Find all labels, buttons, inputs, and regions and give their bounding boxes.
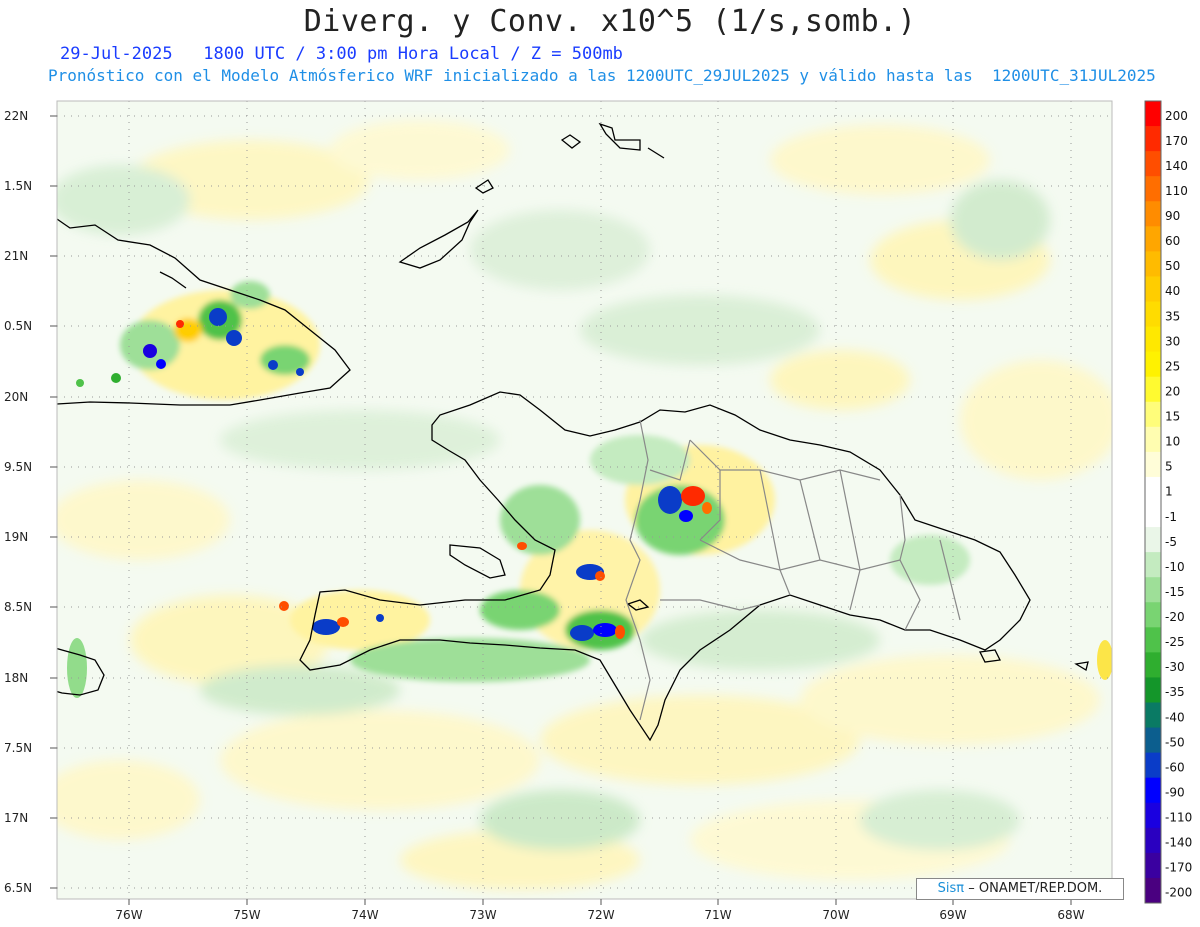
colorbar-label: 90 xyxy=(1165,209,1180,223)
colorbar-label: -30 xyxy=(1165,660,1185,674)
colorbar-label: -5 xyxy=(1165,535,1177,549)
colorbar-swatch xyxy=(1145,451,1161,478)
colorbar-label: -50 xyxy=(1165,735,1185,749)
lat-label: 21N xyxy=(4,249,28,263)
colorbar-label: -110 xyxy=(1165,811,1192,825)
colorbar-swatch xyxy=(1145,401,1161,428)
latitude-labels: 22N 1.5N 21N 0.5N 20N 9.5N 19N 8.5N 18N … xyxy=(4,109,32,895)
colorbar-swatch xyxy=(1145,276,1161,302)
colorbar-label: 20 xyxy=(1165,384,1180,398)
lon-label: 73W xyxy=(469,908,496,922)
colorbar-label: -25 xyxy=(1165,635,1185,649)
colorbar-label: 1 xyxy=(1165,485,1173,499)
colorbar-swatch xyxy=(1145,852,1161,879)
colorbar-label: -10 xyxy=(1165,560,1185,574)
colorbar-swatch xyxy=(1145,251,1161,277)
colorbar-label: 110 xyxy=(1165,184,1188,198)
colorbar-swatch xyxy=(1145,677,1161,703)
colorbar-swatch xyxy=(1145,301,1161,328)
colorbar-swatch xyxy=(1145,527,1161,553)
colorbar-label: 10 xyxy=(1165,435,1180,449)
lat-label: 1.5N xyxy=(4,179,32,193)
longitude-labels: 76W 75W 74W 73W 72W 71W 70W 69W 68W xyxy=(115,908,1084,922)
colorbar-swatch xyxy=(1145,802,1161,829)
colorbar: 200 170 140 110 90 60 50 40 35 30 25 20 15 10 5 1 -1 -5 -1… xyxy=(1144,100,1192,904)
lat-label: 17N xyxy=(4,811,28,825)
lat-label: 7.5N xyxy=(4,741,32,755)
colorbar-swatch xyxy=(1145,877,1161,904)
lat-label: 18N xyxy=(4,671,28,685)
colorbar-swatch xyxy=(1145,652,1161,678)
credit-text: – ONAMET/REP.DOM. xyxy=(968,881,1103,896)
colorbar-label: -170 xyxy=(1165,861,1192,875)
colorbar-swatch xyxy=(1145,351,1161,378)
colorbar-label: -1 xyxy=(1165,510,1177,524)
lat-label: 22N xyxy=(4,109,28,123)
forecast-map: 22N 1.5N 21N 0.5N 20N 9.5N 19N 8.5N 18N … xyxy=(4,100,1192,922)
colorbar-label: 25 xyxy=(1165,359,1180,373)
colorbar-swatch xyxy=(1145,502,1161,528)
colorbar-label: -60 xyxy=(1165,760,1185,774)
colorbar-swatch xyxy=(1145,426,1161,453)
colorbar-label: 200 xyxy=(1165,109,1188,123)
lat-label: 9.5N xyxy=(4,460,32,474)
colorbar-label: -35 xyxy=(1165,685,1185,699)
colorbar-label: -90 xyxy=(1165,785,1185,799)
colorbar-label: 5 xyxy=(1165,460,1173,474)
colorbar-swatch xyxy=(1145,201,1161,227)
colorbar-swatch xyxy=(1145,476,1161,503)
colorbar-swatch xyxy=(1145,827,1161,854)
divergence-field xyxy=(57,101,1112,899)
lat-label: 19N xyxy=(4,530,28,544)
colorbar-swatch xyxy=(1145,602,1161,628)
colorbar-label: 35 xyxy=(1165,309,1180,323)
colorbar-swatch xyxy=(1145,326,1161,353)
colorbar-swatch xyxy=(1145,577,1161,603)
lon-label: 71W xyxy=(704,908,731,922)
colorbar-label: 30 xyxy=(1165,334,1180,348)
lat-label: 6.5N xyxy=(4,881,32,895)
lon-label: 69W xyxy=(939,908,966,922)
lat-label: 20N xyxy=(4,390,28,404)
lon-label: 76W xyxy=(115,908,142,922)
credit-box: Sisπ – ONAMET/REP.DOM. xyxy=(916,878,1124,900)
colorbar-label: 40 xyxy=(1165,284,1180,298)
colorbar-swatch xyxy=(1145,126,1161,152)
colorbar-label: 50 xyxy=(1165,259,1180,273)
colorbar-swatch xyxy=(1145,702,1161,729)
colorbar-label: -15 xyxy=(1165,585,1185,599)
colorbar-swatch xyxy=(1145,226,1161,252)
sispi-logo-text: Sisπ xyxy=(937,881,965,896)
colorbar-label: -140 xyxy=(1165,836,1192,850)
colorbar-swatch xyxy=(1145,627,1161,653)
lat-label: 0.5N xyxy=(4,319,32,333)
lat-label: 8.5N xyxy=(4,600,32,614)
colorbar-label: 140 xyxy=(1165,159,1188,173)
colorbar-swatch xyxy=(1145,777,1161,804)
colorbar-label: 170 xyxy=(1165,134,1188,148)
colorbar-swatch xyxy=(1145,752,1161,779)
colorbar-swatch xyxy=(1145,376,1161,403)
colorbar-label: -40 xyxy=(1165,710,1185,724)
colorbar-label: -20 xyxy=(1165,610,1185,624)
lon-label: 75W xyxy=(233,908,260,922)
lon-label: 68W xyxy=(1057,908,1084,922)
colorbar-swatch xyxy=(1145,101,1161,127)
lon-label: 70W xyxy=(822,908,849,922)
lon-label: 72W xyxy=(587,908,614,922)
lon-label: 74W xyxy=(351,908,378,922)
colorbar-label: 15 xyxy=(1165,410,1180,424)
colorbar-swatch xyxy=(1145,727,1161,754)
colorbar-swatch xyxy=(1145,176,1161,202)
colorbar-swatch xyxy=(1145,552,1161,578)
colorbar-swatch xyxy=(1145,151,1161,177)
colorbar-label: -200 xyxy=(1165,886,1192,900)
colorbar-label: 60 xyxy=(1165,234,1180,248)
